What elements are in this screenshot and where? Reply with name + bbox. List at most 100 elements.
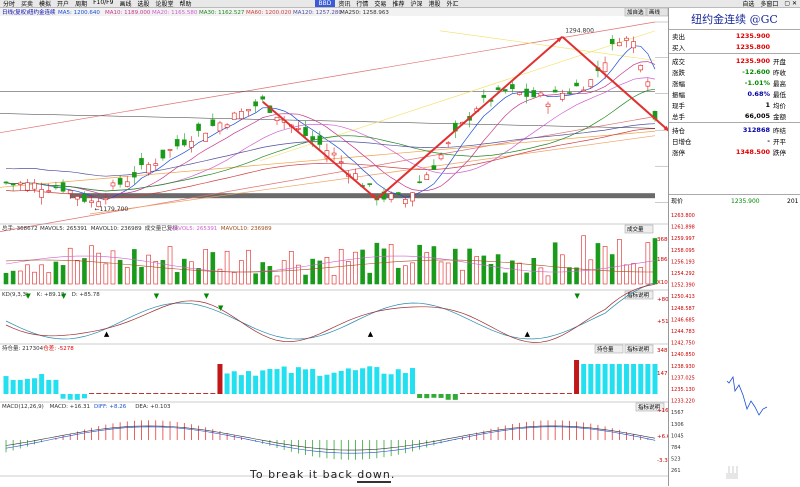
toolbar-menu-item[interactable]: 论股堂 xyxy=(153,0,177,8)
position-bar xyxy=(360,368,366,394)
window-controls-icon[interactable]: ▢ ✕ xyxy=(781,0,800,7)
quote-value: -12.600 xyxy=(742,67,770,76)
volume-bar xyxy=(110,250,116,285)
toolbar-menu-item[interactable]: 帮助 xyxy=(177,0,195,8)
candle-body xyxy=(203,132,208,142)
toolbar-tool[interactable]: 多窗口 xyxy=(757,0,781,8)
macd-legend-label: MACD: +16.31 xyxy=(50,404,90,410)
mini-price-label: 现价 xyxy=(671,198,683,205)
position-panel-button[interactable]: 持仓量 xyxy=(594,344,624,354)
volume-bar xyxy=(17,270,23,285)
toolbar-menu-item[interactable]: 选股 xyxy=(134,0,152,8)
quote-suffix: 跌停 xyxy=(773,148,786,157)
position-bar xyxy=(410,368,416,394)
candle-body xyxy=(167,149,173,151)
mini-axis-label: 1258.095 xyxy=(671,248,695,254)
quote-suffix: 均价 xyxy=(773,101,786,110)
position-bar xyxy=(224,373,230,394)
position-bar xyxy=(281,366,287,394)
position-bar xyxy=(616,364,622,394)
volume-legend-label: 总手: 368672 xyxy=(2,224,38,232)
bbd-badge[interactable]: BBD xyxy=(314,0,336,7)
mini-price-line xyxy=(726,375,768,416)
candle-body xyxy=(310,136,315,141)
market-tab[interactable]: 行情 xyxy=(353,0,371,8)
candle-body xyxy=(239,111,244,119)
quote-value: 1 xyxy=(765,100,770,109)
position-bar xyxy=(481,393,487,394)
position-bar xyxy=(395,369,401,394)
candle-body xyxy=(189,140,194,148)
candle-body xyxy=(410,192,415,202)
market-tab[interactable]: 港股 xyxy=(425,0,443,8)
quote-row: 买入 1235.800 xyxy=(669,41,800,52)
quote-row: 持仓 312868 昨结 xyxy=(669,124,800,135)
position-bar xyxy=(174,393,180,394)
candle-body xyxy=(160,149,166,159)
position-bar xyxy=(452,394,458,400)
low-price-label: ←1179.700 xyxy=(95,206,129,213)
market-tab[interactable]: 资讯 xyxy=(335,0,353,8)
toolbar-menu-item[interactable]: 画线 xyxy=(116,0,134,8)
position-legend-label: 持仓量: 217304 xyxy=(2,344,44,352)
position-bar xyxy=(245,371,251,394)
mini-axis-label: 1045 xyxy=(671,433,684,439)
candle-body xyxy=(481,95,487,98)
volume-panel-button[interactable]: 成交量 xyxy=(624,224,654,234)
candle-body xyxy=(253,101,258,107)
position-bar xyxy=(238,375,244,394)
position-bar xyxy=(81,394,87,399)
volume-bar xyxy=(617,239,622,285)
chart-header-button[interactable]: 画线 xyxy=(646,7,669,17)
volume-bar xyxy=(267,266,273,285)
toolbar-menu-item[interactable]: 分时 xyxy=(0,0,18,8)
volume-bar xyxy=(481,255,487,285)
ma-legend-label: MA60: 1200.020 xyxy=(246,10,292,16)
volume-bar xyxy=(652,238,658,285)
market-tab[interactable]: 推荐 xyxy=(389,0,407,8)
mini-axis-label: 1263.800 xyxy=(671,213,695,219)
volume-bar xyxy=(374,242,380,285)
candle-body xyxy=(296,128,301,130)
volume-bar xyxy=(25,264,30,285)
toolbar-menu-item[interactable]: F10/F9 xyxy=(90,0,116,8)
position-bar xyxy=(552,393,558,394)
intraday-mini-chart[interactable]: 现价 1235.900 201 1263.800 1261.898 1259.997 125… xyxy=(669,194,800,484)
position-bar xyxy=(645,364,651,394)
chart-canvas[interactable]: 日线(复权) 纽约金连续 MA5: 1200.640 MA10: 1189.000 MA… xyxy=(0,7,697,486)
volume-bar xyxy=(103,263,109,285)
quote-value: 1348.500 xyxy=(735,147,770,156)
toolbar-menu-item[interactable]: 周期 xyxy=(72,0,90,8)
quote-label: 涨幅 xyxy=(672,79,685,88)
mini-axis-label: 1306 xyxy=(671,422,684,428)
chart-area[interactable]: 日线(复权) 纽约金连续 MA5: 1200.640 MA10: 1189.000 MA… xyxy=(0,7,697,486)
position-bar xyxy=(295,367,301,394)
toolbar-menu-item[interactable]: 开户 xyxy=(54,0,72,8)
position-panel-button-label: 持仓量 xyxy=(597,345,614,353)
position-axis-label: 147517 xyxy=(657,371,668,377)
volume-bar xyxy=(574,267,579,285)
mini-axis-label: 1235.130 xyxy=(671,387,695,393)
toolbar-menu-item[interactable]: 模拟 xyxy=(36,0,54,8)
position-panel-button[interactable]: 指标说明 xyxy=(624,344,654,354)
volume-legend-label: MAVOL10: 236989 xyxy=(221,226,272,232)
market-tab[interactable]: 沪深 xyxy=(407,0,425,8)
market-tab[interactable]: 外汇 xyxy=(443,0,461,8)
volume-bar xyxy=(288,251,294,285)
candle-body xyxy=(110,182,116,187)
position-bar xyxy=(310,368,316,394)
mini-axis-label: 1240.850 xyxy=(671,352,695,358)
volume-bar xyxy=(467,248,472,285)
toolbar-menu-item[interactable]: 买卖 xyxy=(18,0,36,8)
chart-header-button[interactable]: 加自选 xyxy=(624,7,647,17)
candle-body xyxy=(117,178,123,185)
candle-body xyxy=(538,92,544,97)
volume-bar xyxy=(510,260,515,285)
support-zone-bar xyxy=(70,193,655,199)
position-bar xyxy=(631,364,637,394)
volume-legend-label: MAVOL10: 236989 xyxy=(91,226,142,232)
toolbar-tool[interactable]: 自选 xyxy=(739,0,757,8)
position-bar xyxy=(374,367,380,394)
market-tab[interactable]: 交易 xyxy=(371,0,389,8)
mini-axis-label: 1254.292 xyxy=(671,271,695,277)
